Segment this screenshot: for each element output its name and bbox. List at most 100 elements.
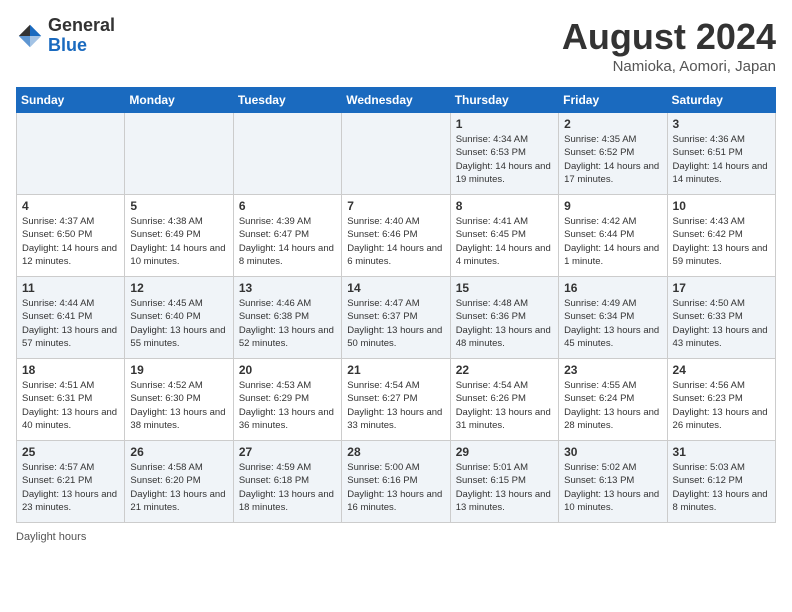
page-header: General Blue August 2024 Namioka, Aomori…: [16, 16, 776, 75]
calendar-cell: 1 Sunrise: 4:34 AM Sunset: 6:53 PM Daylig…: [450, 113, 558, 195]
day-info: Sunrise: 4:52 AM Sunset: 6:30 PM Dayligh…: [130, 379, 227, 432]
day-header-tuesday: Tuesday: [233, 88, 341, 113]
day-info: Sunrise: 4:53 AM Sunset: 6:29 PM Dayligh…: [239, 379, 336, 432]
day-number: 11: [22, 281, 119, 295]
calendar-cell: 12 Sunrise: 4:45 AM Sunset: 6:40 PM Dayli…: [125, 277, 233, 359]
day-info: Sunrise: 4:49 AM Sunset: 6:34 PM Dayligh…: [564, 297, 661, 350]
day-info: Sunrise: 4:51 AM Sunset: 6:31 PM Dayligh…: [22, 379, 119, 432]
calendar-cell: 13Sunrise: 4:46 AM Sunset: 6:38 PM Dayli…: [233, 277, 341, 359]
day-info: Sunrise: 4:41 AM Sunset: 6:45 PM Dayligh…: [456, 215, 553, 268]
day-number: 8: [456, 199, 553, 213]
calendar-cell: 15Sunrise: 4:48 AM Sunset: 6:36 PM Dayli…: [450, 277, 558, 359]
calendar-location: Namioka, Aomori, Japan: [562, 58, 776, 75]
calendar-cell: [17, 113, 125, 195]
day-info: Sunrise: 4:34 AM Sunset: 6:53 PM Dayligh…: [456, 133, 553, 186]
day-info: Sunrise: 4:43 AM Sunset: 6:42 PM Dayligh…: [673, 215, 770, 268]
title-block: August 2024 Namioka, Aomori, Japan: [562, 16, 776, 75]
day-number: 14: [347, 281, 444, 295]
day-number: 9: [564, 199, 661, 213]
day-number: 17: [673, 281, 770, 295]
day-header-saturday: Saturday: [667, 88, 775, 113]
calendar-cell: 23 Sunrise: 4:55 AM Sunset: 6:24 PM Dayli…: [559, 359, 667, 441]
day-info: Sunrise: 4:57 AM Sunset: 6:21 PM Dayligh…: [22, 461, 119, 514]
day-number: 28: [347, 445, 444, 459]
calendar-cell: 20Sunrise: 4:53 AM Sunset: 6:29 PM Dayli…: [233, 359, 341, 441]
day-number: 24: [673, 363, 770, 377]
calendar-cell: 29Sunrise: 5:01 AM Sunset: 6:15 PM Dayli…: [450, 441, 558, 523]
week-row-2: 4 Sunrise: 4:37 AM Sunset: 6:50 PM Daylig…: [17, 195, 776, 277]
calendar-cell: [125, 113, 233, 195]
calendar-cell: [342, 113, 450, 195]
calendar-title: August 2024: [562, 16, 776, 58]
calendar-cell: 25 Sunrise: 4:57 AM Sunset: 6:21 PM Dayli…: [17, 441, 125, 523]
calendar-cell: 17 Sunrise: 4:50 AM Sunset: 6:33 PM Dayli…: [667, 277, 775, 359]
calendar-cell: 9Sunrise: 4:42 AM Sunset: 6:44 PM Daylig…: [559, 195, 667, 277]
week-row-4: 18 Sunrise: 4:51 AM Sunset: 6:31 PM Dayli…: [17, 359, 776, 441]
day-info: Sunrise: 4:59 AM Sunset: 6:18 PM Dayligh…: [239, 461, 336, 514]
calendar-cell: 5Sunrise: 4:38 AM Sunset: 6:49 PM Daylig…: [125, 195, 233, 277]
day-number: 26: [130, 445, 227, 459]
calendar-cell: 21Sunrise: 4:54 AM Sunset: 6:27 PM Dayli…: [342, 359, 450, 441]
day-number: 16: [564, 281, 661, 295]
calendar-cell: 30Sunrise: 5:02 AM Sunset: 6:13 PM Dayli…: [559, 441, 667, 523]
day-number: 29: [456, 445, 553, 459]
calendar-cell: 22Sunrise: 4:54 AM Sunset: 6:26 PM Dayli…: [450, 359, 558, 441]
logo-icon: [16, 22, 44, 50]
calendar-cell: 28 Sunrise: 5:00 AM Sunset: 6:16 PM Dayli…: [342, 441, 450, 523]
day-number: 25: [22, 445, 119, 459]
day-info: Sunrise: 4:56 AM Sunset: 6:23 PM Dayligh…: [673, 379, 770, 432]
day-info: Sunrise: 4:36 AM Sunset: 6:51 PM Dayligh…: [673, 133, 770, 186]
day-number: 18: [22, 363, 119, 377]
header-row: SundayMondayTuesdayWednesdayThursdayFrid…: [17, 88, 776, 113]
day-info: Sunrise: 4:35 AM Sunset: 6:52 PM Dayligh…: [564, 133, 661, 186]
day-header-sunday: Sunday: [17, 88, 125, 113]
day-number: 19: [130, 363, 227, 377]
day-number: 15: [456, 281, 553, 295]
calendar-cell: 10Sunrise: 4:43 AM Sunset: 6:42 PM Dayli…: [667, 195, 775, 277]
day-info: Sunrise: 4:46 AM Sunset: 6:38 PM Dayligh…: [239, 297, 336, 350]
calendar-cell: 11 Sunrise: 4:44 AM Sunset: 6:41 PM Dayli…: [17, 277, 125, 359]
day-number: 27: [239, 445, 336, 459]
day-number: 30: [564, 445, 661, 459]
logo-blue: Blue: [48, 36, 115, 56]
calendar-cell: 4 Sunrise: 4:37 AM Sunset: 6:50 PM Daylig…: [17, 195, 125, 277]
calendar-cell: 16 Sunrise: 4:49 AM Sunset: 6:34 PM Dayli…: [559, 277, 667, 359]
day-info: Sunrise: 4:44 AM Sunset: 6:41 PM Dayligh…: [22, 297, 119, 350]
day-number: 23: [564, 363, 661, 377]
week-row-5: 25 Sunrise: 4:57 AM Sunset: 6:21 PM Dayli…: [17, 441, 776, 523]
day-number: 2: [564, 117, 661, 131]
day-number: 3: [673, 117, 770, 131]
calendar-cell: [233, 113, 341, 195]
day-number: 7: [347, 199, 444, 213]
calendar-cell: 19 Sunrise: 4:52 AM Sunset: 6:30 PM Dayli…: [125, 359, 233, 441]
day-info: Sunrise: 4:45 AM Sunset: 6:40 PM Dayligh…: [130, 297, 227, 350]
day-header-thursday: Thursday: [450, 88, 558, 113]
day-number: 12: [130, 281, 227, 295]
day-info: Sunrise: 4:40 AM Sunset: 6:46 PM Dayligh…: [347, 215, 444, 268]
day-info: Sunrise: 5:00 AM Sunset: 6:16 PM Dayligh…: [347, 461, 444, 514]
calendar-cell: 26 Sunrise: 4:58 AM Sunset: 6:20 PM Dayli…: [125, 441, 233, 523]
calendar-cell: 6Sunrise: 4:39 AM Sunset: 6:47 PM Daylig…: [233, 195, 341, 277]
day-info: Sunrise: 4:50 AM Sunset: 6:33 PM Dayligh…: [673, 297, 770, 350]
daylight-hours-label: Daylight hours: [16, 531, 86, 543]
day-info: Sunrise: 4:58 AM Sunset: 6:20 PM Dayligh…: [130, 461, 227, 514]
day-info: Sunrise: 4:38 AM Sunset: 6:49 PM Dayligh…: [130, 215, 227, 268]
day-info: Sunrise: 4:55 AM Sunset: 6:24 PM Dayligh…: [564, 379, 661, 432]
day-info: Sunrise: 4:54 AM Sunset: 6:27 PM Dayligh…: [347, 379, 444, 432]
logo: General Blue: [16, 16, 115, 56]
calendar-cell: 8 Sunrise: 4:41 AM Sunset: 6:45 PM Daylig…: [450, 195, 558, 277]
calendar-cell: 27 Sunrise: 4:59 AM Sunset: 6:18 PM Dayli…: [233, 441, 341, 523]
day-number: 31: [673, 445, 770, 459]
day-info: Sunrise: 4:47 AM Sunset: 6:37 PM Dayligh…: [347, 297, 444, 350]
calendar-cell: 31Sunrise: 5:03 AM Sunset: 6:12 PM Dayli…: [667, 441, 775, 523]
calendar-cell: 3 Sunrise: 4:36 AM Sunset: 6:51 PM Daylig…: [667, 113, 775, 195]
day-header-friday: Friday: [559, 88, 667, 113]
day-number: 4: [22, 199, 119, 213]
calendar-cell: 14 Sunrise: 4:47 AM Sunset: 6:37 PM Dayli…: [342, 277, 450, 359]
logo-general: General: [48, 16, 115, 36]
day-info: Sunrise: 4:37 AM Sunset: 6:50 PM Dayligh…: [22, 215, 119, 268]
day-number: 22: [456, 363, 553, 377]
day-number: 1: [456, 117, 553, 131]
week-row-3: 11 Sunrise: 4:44 AM Sunset: 6:41 PM Dayli…: [17, 277, 776, 359]
day-info: Sunrise: 4:39 AM Sunset: 6:47 PM Dayligh…: [239, 215, 336, 268]
